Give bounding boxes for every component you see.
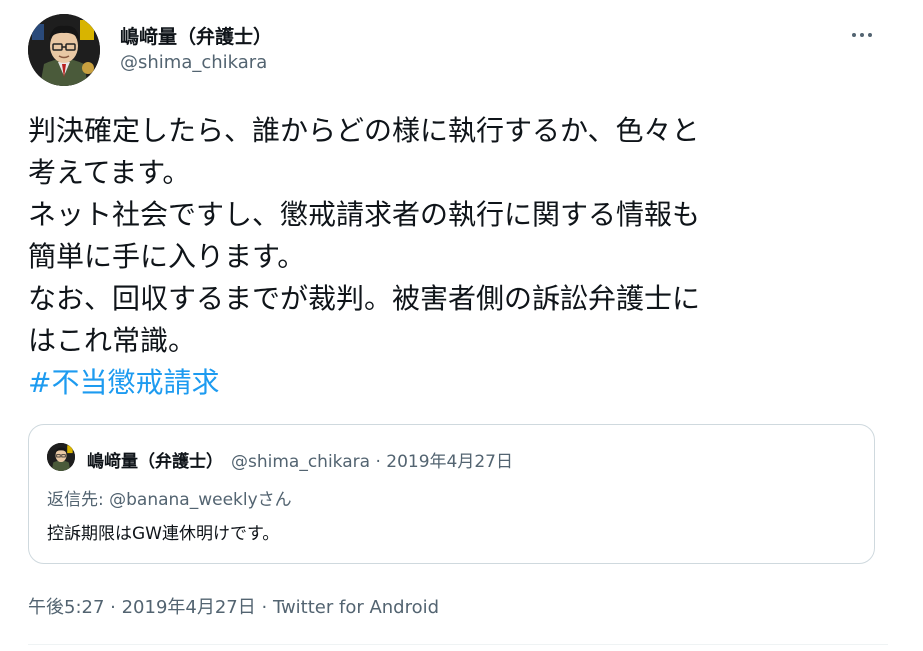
quoted-tweet-card[interactable]: 嶋﨑量（弁護士） @shima_chikara · 2019年4月27日 返信先:…	[28, 424, 875, 564]
avatar-illustration	[28, 14, 100, 86]
author-handle[interactable]: @shima_chikara	[120, 52, 267, 73]
separator-dot: ·	[104, 597, 122, 618]
divider	[28, 644, 888, 645]
tweet-text-line: ネット社会ですし、懲戒請求者の執行に関する情報も	[28, 198, 701, 231]
quoted-author-avatar	[47, 443, 75, 471]
tweet-time-link[interactable]: 午後5:27	[28, 597, 104, 618]
hashtag-link[interactable]: #不当懲戒請求	[28, 366, 219, 399]
separator-dot: ·	[255, 597, 273, 618]
quoted-author-name: 嶋﨑量（弁護士）	[87, 452, 223, 472]
quoted-reply-to: 返信先: @banana_weeklyさん	[47, 490, 292, 510]
quoted-tweet-meta: @shima_chikara · 2019年4月27日	[231, 452, 513, 472]
tweet-timestamp-row: 午後5:27 · 2019年4月27日 · Twitter for Androi…	[28, 593, 439, 619]
tweet-text-line: なお、回収するまでが裁判。被害者側の訴訟弁護士に	[28, 282, 701, 315]
tweet-text: 判決確定したら、誰からどの様に執行するか、色々と 考えてます。 ネット社会ですし…	[28, 110, 888, 404]
author-avatar[interactable]	[28, 14, 100, 86]
avatar-illustration	[47, 443, 75, 471]
tweet-text-line: 考えてます。	[28, 156, 191, 189]
tweet-text-line: 簡単に手に入ります。	[28, 240, 306, 273]
more-horizontal-icon-dot	[868, 33, 872, 37]
tweet-source-link[interactable]: Twitter for Android	[273, 597, 439, 618]
tweet-date-link[interactable]: 2019年4月27日	[122, 597, 256, 618]
more-horizontal-icon-dot	[860, 33, 864, 37]
more-horizontal-icon	[852, 33, 856, 37]
quoted-tweet-text: 控訴期限はGW連休明けです。	[47, 524, 280, 544]
tweet-text-line: はこれ常識。	[28, 324, 197, 357]
author-display-name[interactable]: 嶋﨑量（弁護士）	[120, 22, 272, 49]
more-options-button[interactable]	[842, 20, 882, 50]
tweet-text-line: 判決確定したら、誰からどの様に執行するか、色々と	[28, 114, 700, 147]
quoted-tweet-header: 嶋﨑量（弁護士） @shima_chikara · 2019年4月27日	[87, 447, 513, 472]
